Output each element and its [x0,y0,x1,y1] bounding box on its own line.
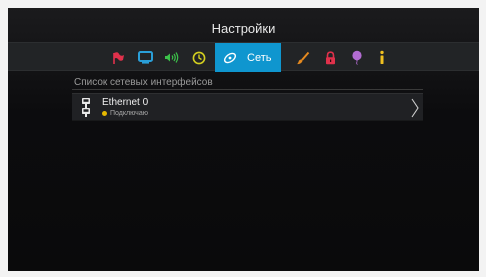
tab-info[interactable] [371,43,393,72]
section-divider [72,89,423,90]
flag-icon [113,51,124,64]
interface-status-text: Подключаю [110,110,148,117]
monitor-icon [137,51,153,64]
tab-appearance[interactable] [292,43,314,72]
brush-icon [297,51,310,64]
tab-display[interactable] [134,43,156,72]
info-icon [380,50,384,64]
page-title: Настройки [211,21,276,36]
lock-icon [325,50,335,64]
settings-tab-bar: Сеть [8,42,479,72]
tab-parental-lock[interactable] [319,43,341,72]
tab-audio[interactable] [160,43,182,72]
tab-network[interactable]: Сеть [215,43,281,72]
tab-time[interactable] [188,43,210,72]
section-title: Список сетевых интерфейсов [74,77,213,88]
ethernet-port-icon [82,98,90,117]
interface-status: Подключаю [102,110,148,117]
chevron-right-icon [411,98,419,118]
balloon-icon [352,50,362,65]
interface-name: Ethernet 0 [102,97,149,108]
status-dot-icon [102,111,107,116]
speaker-icon [165,52,179,63]
network-icon [223,52,237,63]
tab-flag[interactable] [107,43,129,72]
tab-network-label: Сеть [247,51,272,64]
settings-screen: Настройки Сеть Список сетевых интерфейсо… [8,8,479,271]
tab-extras[interactable] [346,43,368,72]
interface-row-ethernet-0[interactable]: Ethernet 0 Подключаю [72,93,423,121]
clock-icon [192,51,206,64]
